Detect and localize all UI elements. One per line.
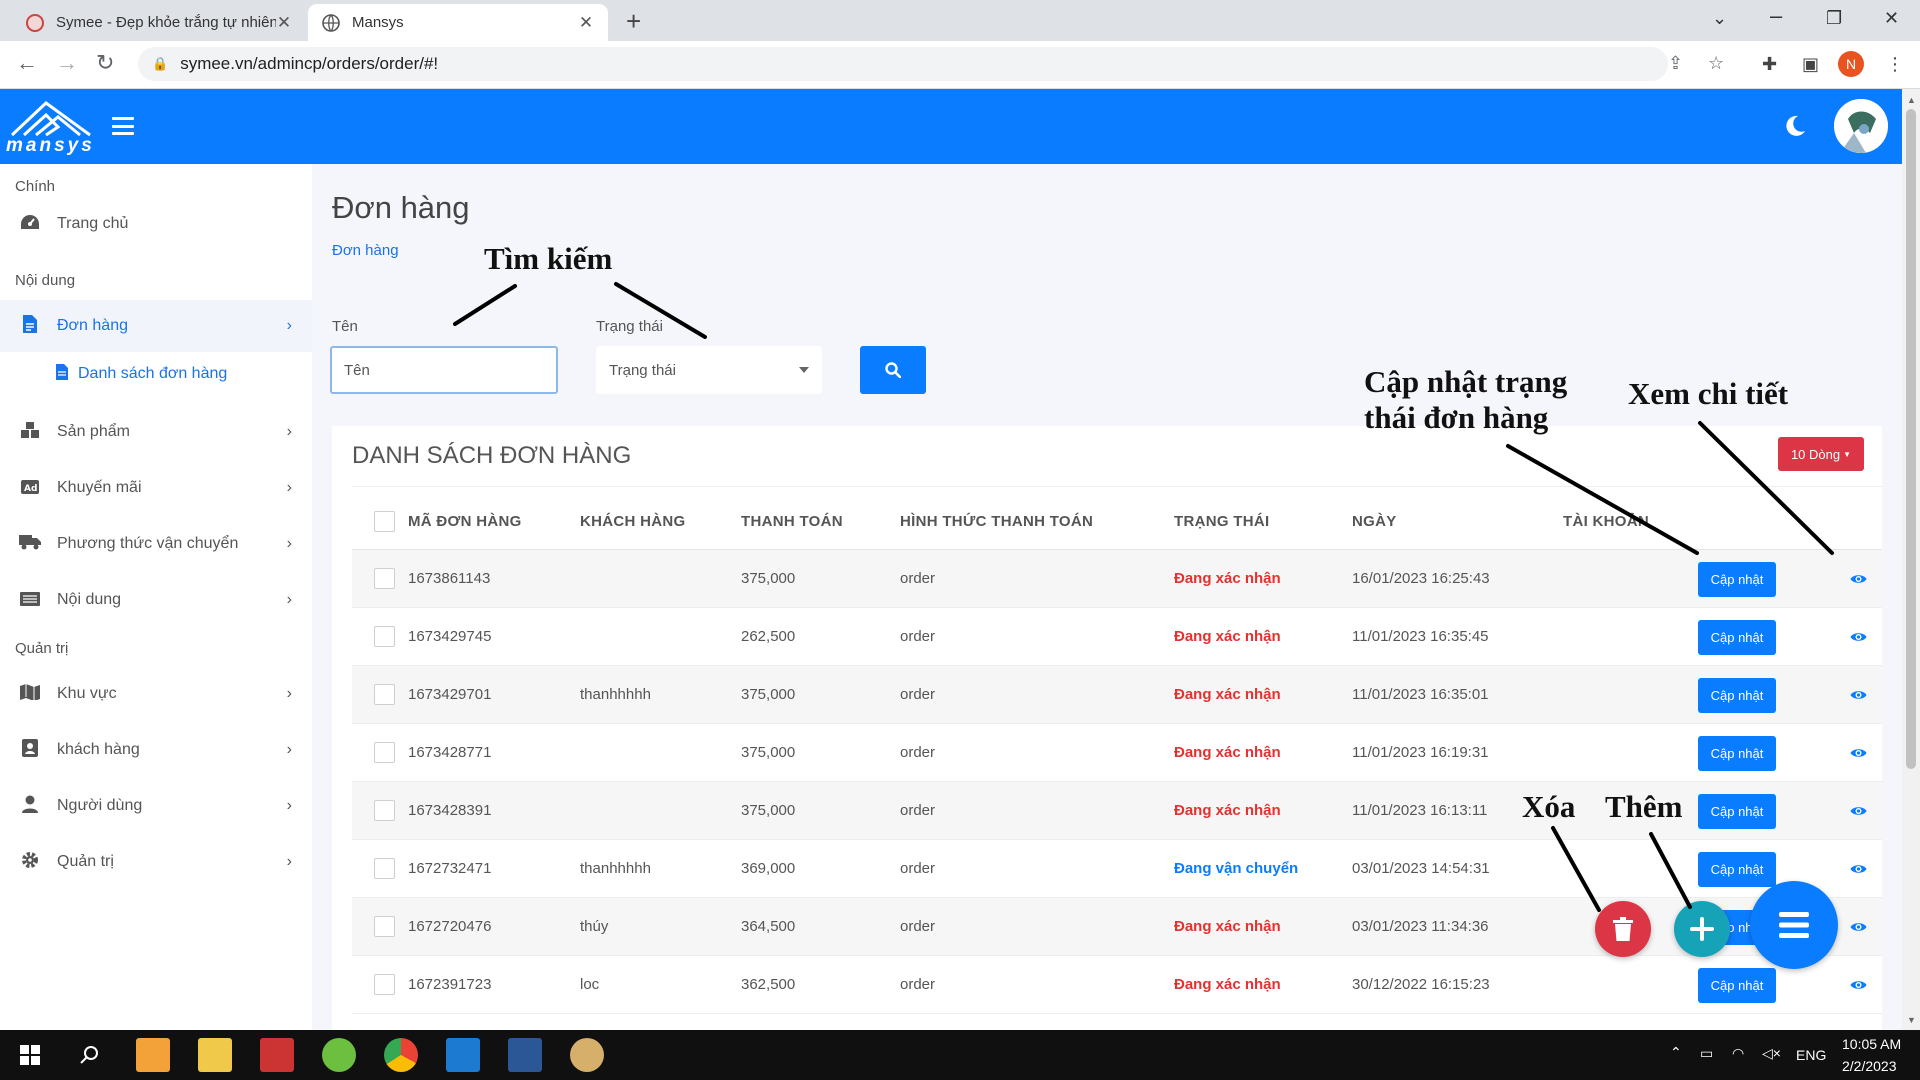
chrome-icon[interactable] (384, 1038, 418, 1072)
sublime-text-icon[interactable] (136, 1038, 170, 1072)
snipping-tool-icon[interactable] (260, 1038, 294, 1072)
battery-icon[interactable]: ▭ (1700, 1045, 1713, 1062)
search-icon[interactable] (80, 1045, 100, 1065)
app-green-icon[interactable] (322, 1038, 356, 1072)
annotation-view-detail: Xem chi tiết (1628, 376, 1789, 411)
windows-taskbar: ⌃ ▭ ◠ ◁× ENG 10:05 AM 2/2/2023 (0, 1030, 1920, 1080)
wifi-icon[interactable]: ◠ (1732, 1045, 1744, 1062)
arrow-to-view-detail (1698, 421, 1834, 555)
volume-muted-icon[interactable]: ◁× (1762, 1045, 1781, 1062)
screen: Symee - Đẹp khỏe trắng tự nhiên ✕ Mansys… (0, 0, 1920, 1080)
arrow-to-add-fab (1649, 832, 1692, 909)
arrow-to-name-input (453, 284, 517, 326)
vscode-icon[interactable] (446, 1038, 480, 1072)
annotation-update-status-1: Cập nhật trạng (1364, 364, 1568, 399)
tray-chevron-up-icon[interactable]: ⌃ (1670, 1044, 1682, 1061)
annotation-delete: Xóa (1522, 789, 1576, 824)
clock-time[interactable]: 10:05 AM (1842, 1036, 1901, 1052)
arrow-to-delete-fab (1551, 826, 1601, 912)
windows-start-icon[interactable] (20, 1045, 40, 1065)
word-icon[interactable] (508, 1038, 542, 1072)
arrow-to-status-select (614, 282, 707, 339)
annotation-update-status-2: thái đơn hàng (1364, 400, 1549, 435)
annotation-add: Thêm (1605, 789, 1683, 824)
annotation-arrows (453, 282, 1834, 912)
paint-icon[interactable] (570, 1038, 604, 1072)
language-indicator[interactable]: ENG (1796, 1047, 1826, 1063)
clock-date[interactable]: 2/2/2023 (1842, 1058, 1897, 1074)
file-explorer-icon[interactable] (198, 1038, 232, 1072)
annotation-search: Tìm kiếm (484, 241, 613, 276)
arrow-to-update-button (1506, 444, 1699, 555)
